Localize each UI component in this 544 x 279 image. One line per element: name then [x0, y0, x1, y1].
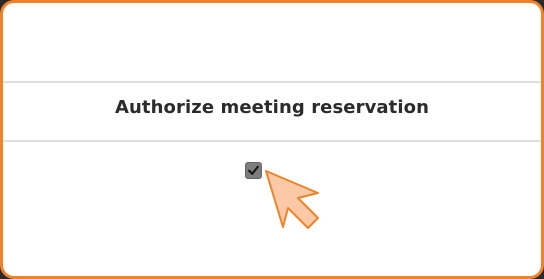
dialog-panel: Authorize meeting reservation — [0, 0, 544, 279]
divider-top — [3, 81, 541, 83]
checkmark-icon — [248, 165, 259, 175]
pointer-cursor-icon — [265, 170, 319, 229]
authorize-checkbox[interactable] — [245, 162, 262, 179]
divider-bottom — [3, 140, 541, 142]
dialog-title: Authorize meeting reservation — [114, 97, 430, 118]
